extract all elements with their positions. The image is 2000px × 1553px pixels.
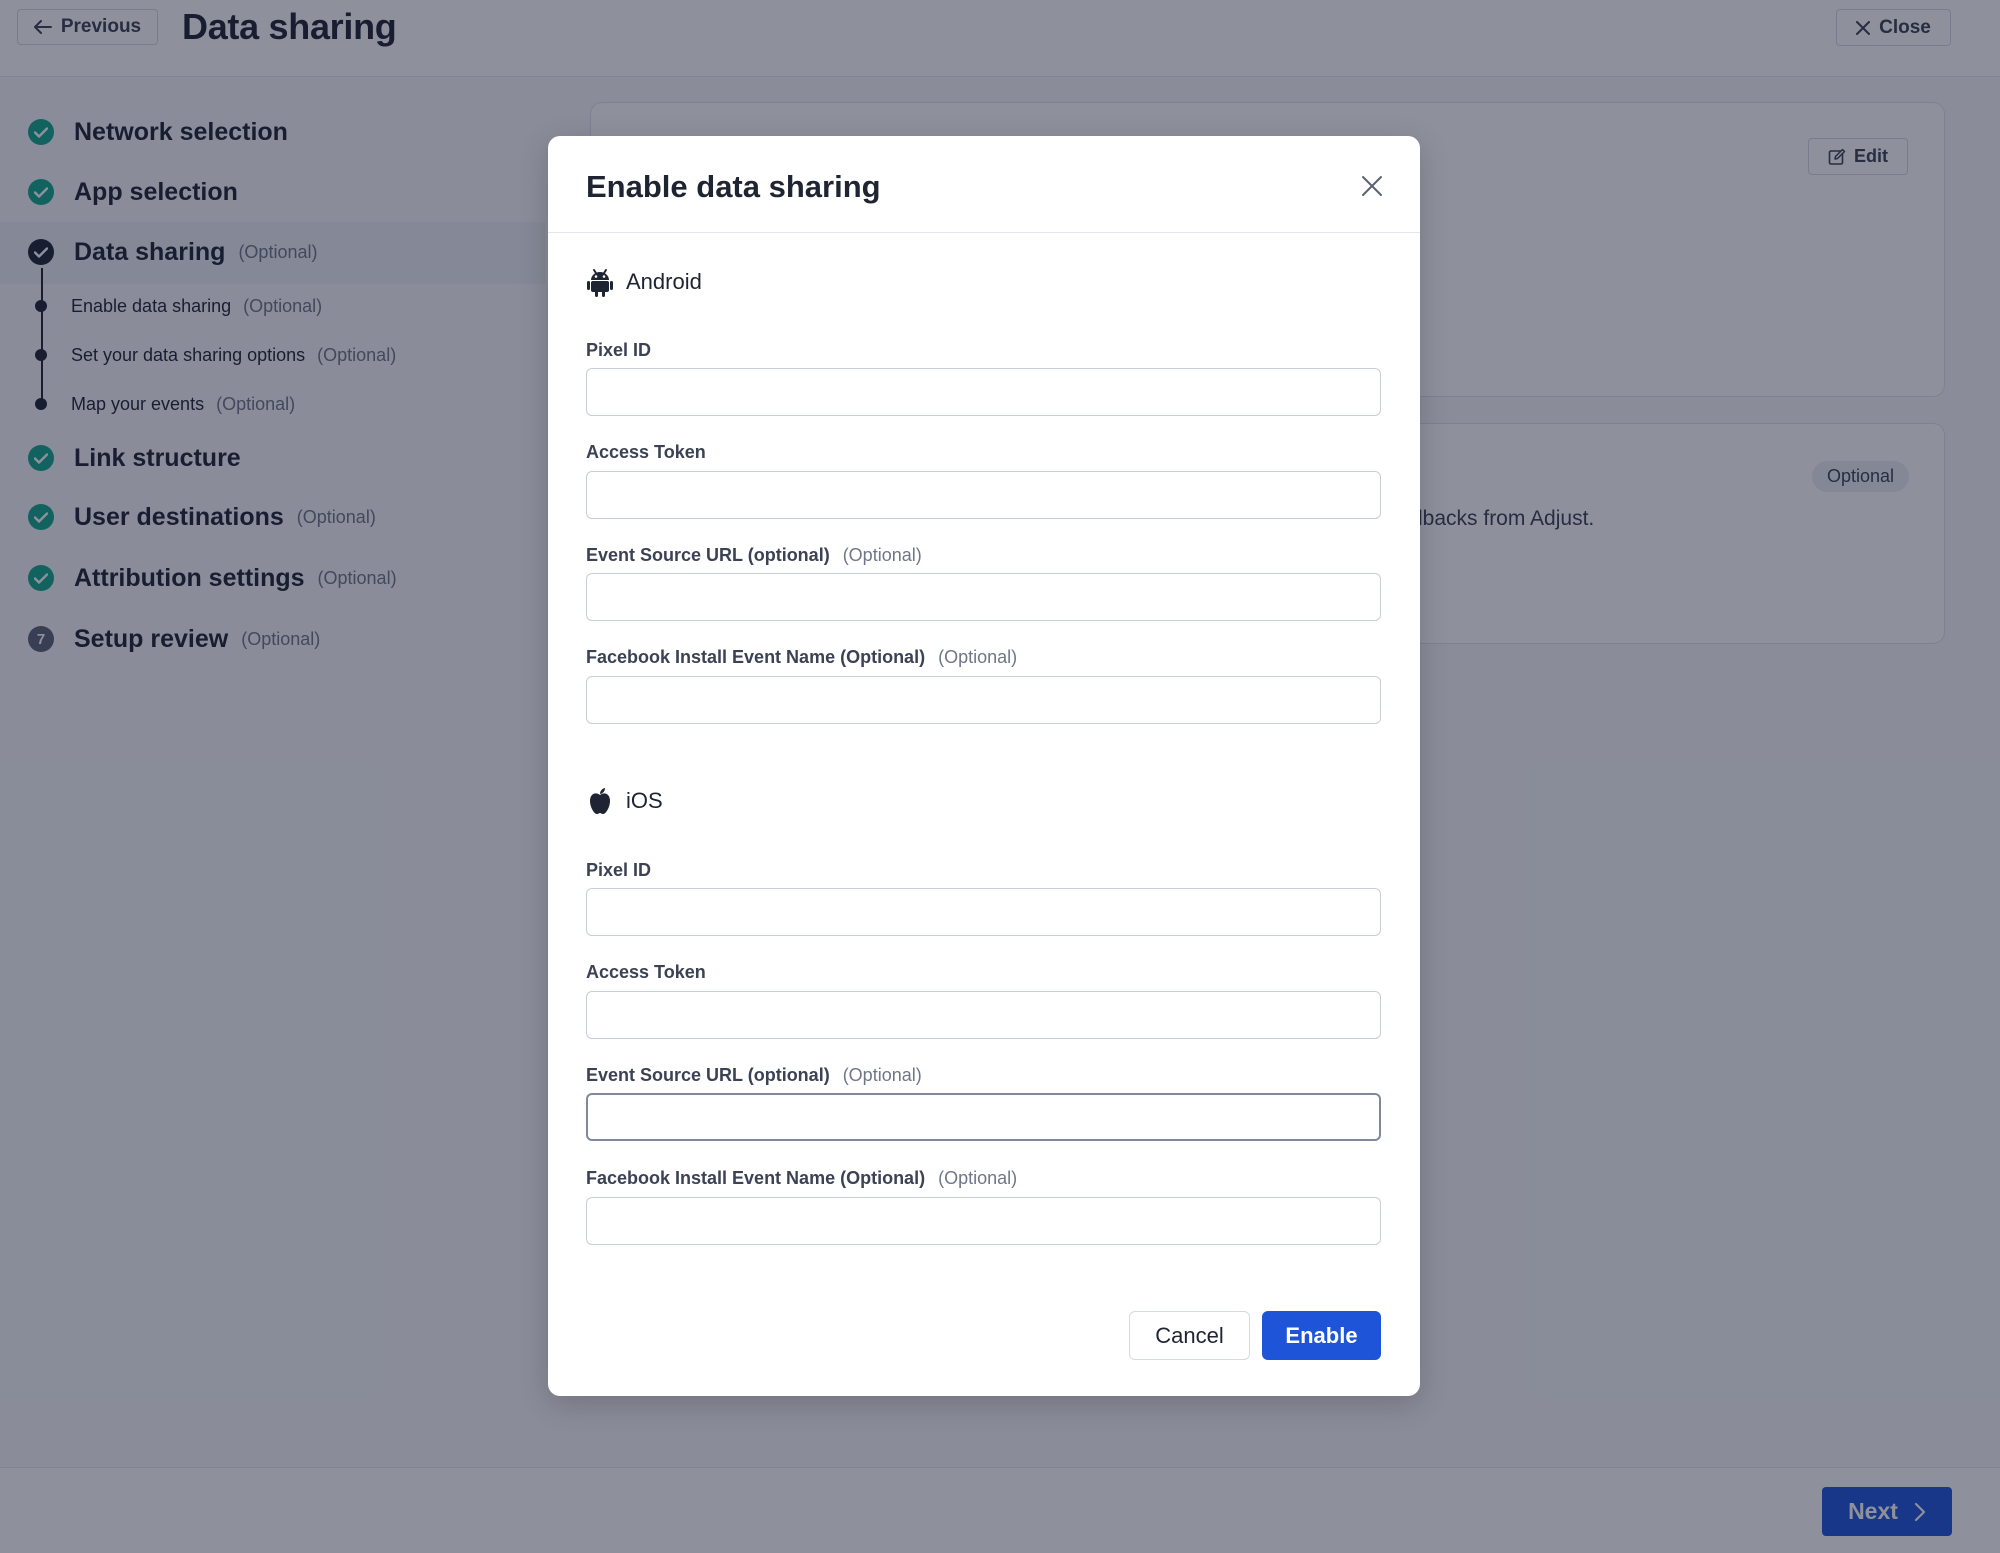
platform-label: Android <box>626 269 702 294</box>
field-label-text: Event Source URL (optional) <box>586 1065 830 1085</box>
field-label: Event Source URL (optional) (Optional) <box>586 1065 922 1086</box>
field-optional-tag: (Optional) <box>842 1065 922 1085</box>
close-icon <box>1362 176 1382 196</box>
ios-section-heading: iOS <box>586 781 663 821</box>
platform-label: iOS <box>626 788 663 813</box>
dialog-close-button[interactable] <box>1354 168 1390 204</box>
field-optional-tag: (Optional) <box>842 545 922 565</box>
android-icon <box>587 269 613 297</box>
field-label-text: Event Source URL (optional) <box>586 545 830 565</box>
enable-data-sharing-dialog: Enable data sharing Android Pixel ID Acc… <box>548 136 1420 1396</box>
field-label: Pixel ID <box>586 860 651 881</box>
ios-pixel-id-input[interactable] <box>586 888 1381 936</box>
field-label: Event Source URL (optional) (Optional) <box>586 545 922 566</box>
enable-button[interactable]: Enable <box>1262 1311 1381 1360</box>
android-section-heading: Android <box>586 262 702 302</box>
field-optional-tag: (Optional) <box>938 1168 1018 1188</box>
field-label-text: Access Token <box>586 442 706 462</box>
field-label-text: Access Token <box>586 962 706 982</box>
field-label: Facebook Install Event Name (Optional) (… <box>586 647 1017 668</box>
field-label: Access Token <box>586 442 706 463</box>
android-pixel-id-input[interactable] <box>586 368 1381 416</box>
field-label: Access Token <box>586 962 706 983</box>
field-label-text: Facebook Install Event Name (Optional) <box>586 1168 926 1188</box>
field-label: Pixel ID <box>586 340 651 361</box>
apple-icon <box>590 788 610 814</box>
android-event-source-url-input[interactable] <box>586 573 1381 621</box>
ios-access-token-input[interactable] <box>586 991 1381 1039</box>
ios-install-event-name-input[interactable] <box>586 1197 1381 1245</box>
field-label-text: Facebook Install Event Name (Optional) <box>586 647 926 667</box>
dialog-header: Enable data sharing <box>548 136 1420 233</box>
dialog-title: Enable data sharing <box>586 169 881 204</box>
field-label: Facebook Install Event Name (Optional) (… <box>586 1168 1017 1189</box>
field-label-text: Pixel ID <box>586 340 652 360</box>
field-optional-tag: (Optional) <box>938 647 1018 667</box>
android-install-event-name-input[interactable] <box>586 676 1381 724</box>
cancel-button[interactable]: Cancel <box>1129 1311 1250 1360</box>
field-label-text: Pixel ID <box>586 860 652 880</box>
android-access-token-input[interactable] <box>586 471 1381 519</box>
ios-event-source-url-input[interactable] <box>586 1093 1381 1141</box>
